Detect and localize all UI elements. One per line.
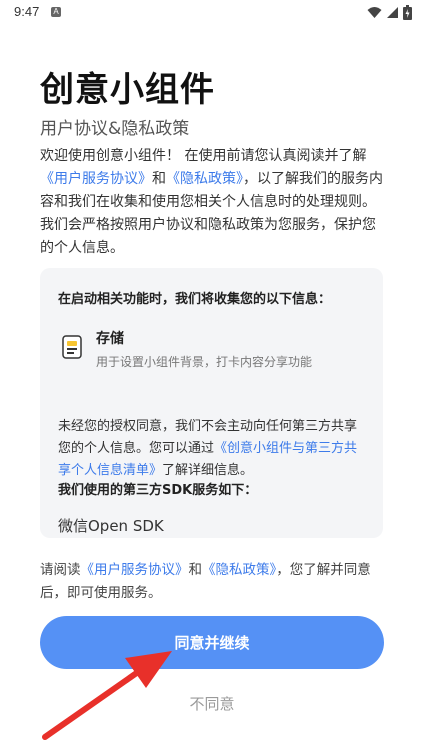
disagree-button[interactable]: 不同意 [162,690,262,716]
intro-text: 和 [152,171,166,187]
status-icons [367,5,412,20]
card-heading: 在启动相关功能时，我们将收集您的以下信息： [58,292,332,307]
page-subtitle: 用户协议&隐私政策 [40,119,190,139]
privacy-policy-link[interactable]: 《隐私政策》 [166,171,243,187]
sdk-item: 微信Open SDK [58,517,164,535]
user-agreement-link[interactable]: 《用户服务协议》 [81,562,189,578]
page-title: 创意小组件 [40,70,215,110]
note-text: 和 [188,562,203,578]
sdk-heading: 我们使用的第三方SDK服务如下： [58,483,258,498]
signal-icon [387,7,398,18]
storage-icon [62,335,82,359]
consent-paragraph: 未经您的授权同意，我们不会主动向任何第三方共享您的个人信息。您可以通过《创意小组… [58,416,368,482]
consent-text: 了解详细信息。 [162,463,254,478]
battery-icon [403,5,412,20]
permissions-card[interactable]: 在启动相关功能时，我们将收集您的以下信息： 存储 用于设置小组件背景，打卡内容分… [40,268,383,538]
user-agreement-link[interactable]: 《用户服务协议》 [40,171,152,187]
agreement-note: 请阅读《用户服务协议》和《隐私政策》，您了解并同意后，即可使用服务。 [40,559,386,605]
intro-text: 欢迎使用创意小组件！ 在使用前请您认真阅读并了解 [40,148,367,164]
permission-description: 用于设置小组件背景，打卡内容分享功能 [96,355,313,369]
agree-continue-button[interactable]: 同意并继续 [40,616,384,669]
status-time: 9:47 [14,4,40,19]
note-text: 请阅读 [40,562,81,578]
status-bar: 9:47 A [0,0,424,28]
privacy-policy-link[interactable]: 《隐私政策》 [202,562,276,578]
wifi-icon [367,7,382,18]
permission-title: 存储 [96,331,124,347]
notification-icon: A [51,7,61,17]
intro-paragraph: 欢迎使用创意小组件！ 在使用前请您认真阅读并了解《用户服务协议》和《隐私政策》，… [40,145,386,260]
